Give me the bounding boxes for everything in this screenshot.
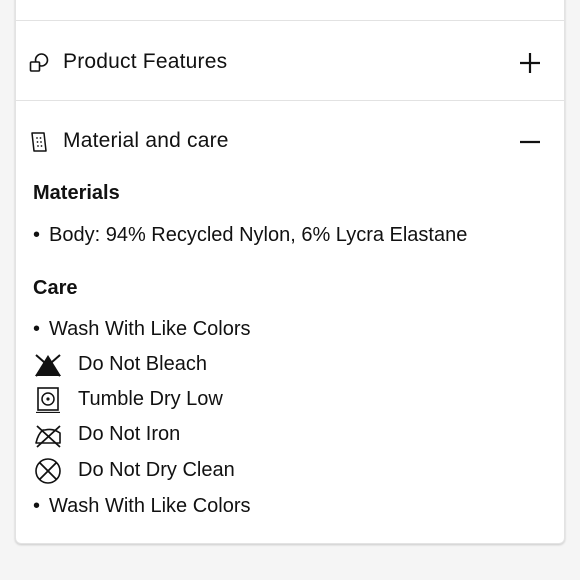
accordion-product-features[interactable]: Product Features (16, 23, 564, 101)
material-text: Body: 94% Recycled Nylon, 6% Lycra Elast… (49, 224, 468, 246)
bullet: • (33, 318, 41, 340)
care-text: Wash With Like Colors (49, 318, 251, 340)
bullet: • (33, 224, 41, 246)
list-item: • Body: 94% Recycled Nylon, 6% Lycra Elas… (33, 224, 467, 252)
accordion-title: Material and care (63, 129, 229, 152)
plus-icon[interactable] (518, 51, 542, 75)
divider (16, 100, 564, 101)
minus-icon[interactable] (518, 130, 542, 154)
care-item-tumble-dry-low: Tumble Dry Low (33, 386, 333, 414)
care-item-do-not-iron: Do Not Iron (33, 421, 333, 449)
care-text: Do Not Dry Clean (78, 459, 235, 481)
product-features-icon (29, 53, 49, 72)
list-item: • Wash With Like Colors (33, 495, 251, 523)
bullet: • (33, 495, 41, 517)
materials-heading: Materials (33, 182, 120, 204)
do-not-dry-clean-icon (35, 458, 61, 484)
tumble-dry-low-icon (36, 387, 60, 413)
care-text: Wash With Like Colors (49, 495, 251, 517)
care-heading: Care (33, 277, 78, 299)
list-item: • Wash With Like Colors (33, 318, 251, 346)
do-not-iron-icon (35, 425, 61, 448)
care-text: Tumble Dry Low (78, 388, 223, 410)
care-text: Do Not Bleach (78, 353, 207, 375)
product-details-card: Product Features Material and care Mater… (15, 0, 565, 544)
do-not-bleach-icon (35, 354, 61, 377)
care-text: Do Not Iron (78, 423, 181, 445)
care-item-do-not-bleach: Do Not Bleach (33, 351, 333, 379)
divider (16, 20, 564, 21)
care-item-do-not-dry-clean: Do Not Dry Clean (33, 457, 333, 485)
accordion-material-and-care[interactable]: Material and care (16, 102, 564, 180)
accordion-title: Product Features (63, 50, 228, 73)
material-tag-icon (31, 132, 47, 152)
